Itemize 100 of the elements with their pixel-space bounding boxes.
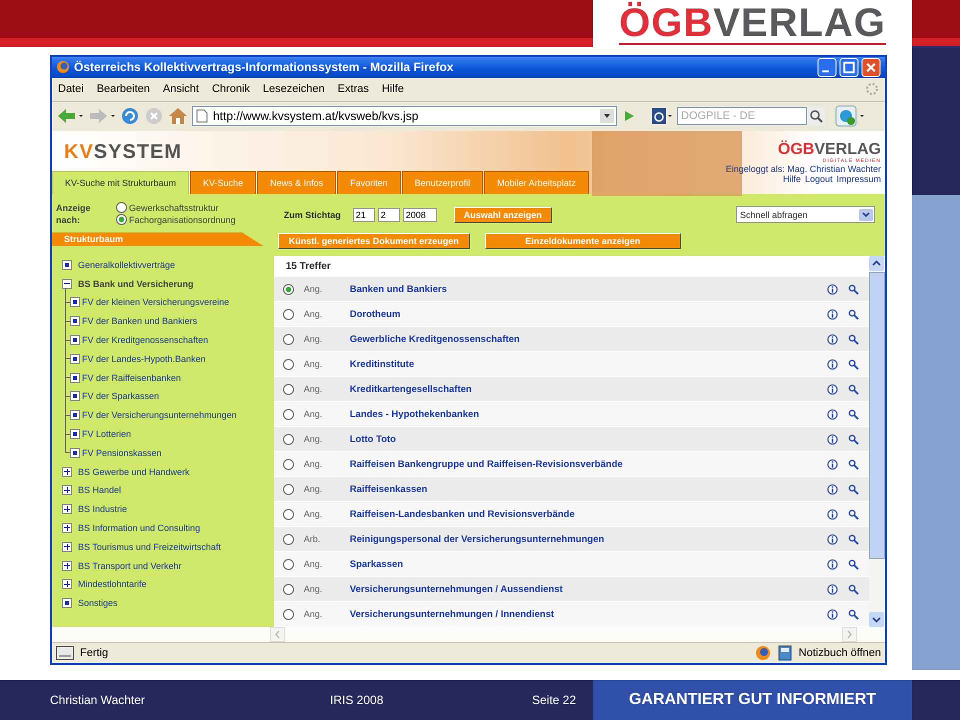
info-icon[interactable]	[827, 384, 838, 395]
menu-item[interactable]: Ansicht	[162, 83, 199, 96]
radio-button[interactable]	[282, 458, 294, 470]
nav-tab[interactable]: KV-Suche mit Strukturbaum	[52, 171, 190, 194]
dropdown-icon[interactable]	[859, 208, 873, 221]
radio-button[interactable]	[282, 508, 294, 520]
tree-item[interactable]: FV Pensionskassen	[82, 448, 162, 458]
result-link[interactable]: Sparkassen	[350, 558, 827, 570]
search-icon[interactable]	[848, 408, 859, 420]
phone-icon[interactable]	[835, 105, 865, 128]
tree-item[interactable]: FV der Versicherungsunternehmungen	[82, 410, 237, 420]
collapse-icon[interactable]	[62, 278, 72, 289]
search-icon[interactable]	[848, 284, 859, 295]
info-icon[interactable]	[827, 584, 838, 595]
tree-item[interactable]: FV der kleinen Versicherungsvereine	[82, 297, 230, 308]
radio-button[interactable]	[116, 202, 127, 214]
info-icon[interactable]	[827, 308, 838, 320]
info-icon[interactable]	[827, 408, 838, 420]
tree-item[interactable]: BS Handel	[78, 485, 122, 496]
expand-icon[interactable]	[62, 522, 72, 533]
info-icon[interactable]	[827, 434, 838, 445]
radio-button[interactable]	[282, 434, 294, 445]
result-link[interactable]: Banken und Bankiers	[350, 284, 827, 295]
radio-button[interactable]	[282, 358, 294, 370]
result-link[interactable]: Dorotheum	[350, 308, 827, 320]
radio-button[interactable]	[282, 284, 294, 295]
header-link[interactable]: Logout	[804, 174, 832, 184]
menu-item[interactable]: Lesezeichen	[262, 83, 325, 96]
tree-item[interactable]: BS Information und Consulting	[78, 522, 200, 533]
info-icon[interactable]	[827, 284, 838, 295]
header-link[interactable]: Impressum	[836, 174, 881, 184]
minimize-icon[interactable]	[817, 58, 837, 77]
year-field[interactable]: 2008	[402, 208, 437, 222]
close-icon[interactable]	[861, 58, 881, 77]
expand-icon[interactable]	[62, 542, 72, 552]
search-icon[interactable]	[848, 508, 859, 520]
tree-item[interactable]: FV Lotterien	[82, 428, 132, 439]
search-icon[interactable]	[848, 584, 859, 595]
search-field[interactable]: DOGPILE - DE	[677, 107, 807, 126]
result-link[interactable]: Kreditinstitute	[350, 358, 827, 370]
radio-button[interactable]	[282, 384, 294, 395]
tree-item[interactable]: FV der Raiffeisenbanken	[82, 372, 181, 383]
search-icon[interactable]	[848, 334, 859, 345]
result-link[interactable]: Lotto Toto	[350, 434, 827, 445]
search-icon[interactable]	[848, 484, 859, 495]
expand-icon[interactable]	[62, 504, 72, 514]
month-field[interactable]: 2	[378, 208, 400, 222]
tree-item[interactable]: BS Industrie	[78, 504, 128, 514]
quick-query-select[interactable]: Schnell abfragen	[736, 206, 875, 224]
maximize-icon[interactable]	[839, 58, 859, 77]
scroll-up-icon[interactable]	[869, 256, 884, 272]
result-link[interactable]: Kreditkartengesellschaften	[350, 384, 827, 395]
address-field[interactable]: http://www.kvsystem.at/kvsweb/kvs.jsp	[192, 106, 617, 126]
info-icon[interactable]	[827, 558, 838, 570]
reload-icon[interactable]	[120, 106, 140, 126]
search-icon[interactable]	[848, 608, 859, 620]
radio-button[interactable]	[282, 608, 294, 620]
radio-button[interactable]	[282, 584, 294, 595]
info-icon[interactable]	[827, 534, 838, 545]
tree-item[interactable]: BS Gewerbe und Handwerk	[78, 466, 190, 477]
result-link[interactable]: Raiffeisenkassen	[350, 484, 827, 495]
menu-item[interactable]: Bearbeiten	[96, 83, 150, 96]
menu-item[interactable]: Chronik	[212, 83, 250, 96]
result-link[interactable]: Reinigungspersonal der Versicherungsunternehmungen	[350, 534, 827, 545]
tree-item[interactable]: FV der Kreditgenossenschaften	[82, 334, 208, 345]
search-icon[interactable]	[848, 384, 859, 395]
home-icon[interactable]	[168, 106, 188, 126]
result-link[interactable]: Versicherungsunternehmungen / Innendienst	[350, 608, 827, 620]
search-icon[interactable]	[807, 107, 825, 126]
search-icon[interactable]	[848, 308, 859, 320]
menu-item[interactable]: Extras	[338, 83, 369, 96]
tree-item[interactable]: Mindestlohntarife	[78, 579, 147, 590]
dropdown-icon[interactable]	[600, 109, 614, 124]
result-link[interactable]: Raiffeisen-Landesbanken und Revisionsverbände	[350, 508, 827, 520]
search-icon[interactable]	[848, 534, 859, 545]
result-link[interactable]: Gewerbliche Kreditgenossenschaften	[350, 334, 827, 345]
result-link[interactable]: Landes - Hypothekenbanken	[350, 408, 827, 420]
menu-item[interactable]: Hilfe	[382, 83, 404, 96]
radio-button[interactable]	[282, 558, 294, 570]
radio-button[interactable]	[116, 214, 127, 226]
search-icon[interactable]	[848, 358, 859, 370]
tree-item[interactable]: BS Transport und Verkehr	[78, 560, 182, 571]
info-icon[interactable]	[827, 334, 838, 345]
vertical-scrollbar[interactable]	[869, 256, 885, 628]
result-link[interactable]: Raiffeisen Bankengruppe und Raiffeisen-Revisionsverbände	[350, 458, 827, 470]
search-icon[interactable]	[848, 558, 859, 570]
radio-button[interactable]	[282, 534, 294, 545]
search-engine-icon[interactable]	[651, 107, 673, 126]
expand-icon[interactable]	[62, 485, 72, 496]
tree-item[interactable]: FV der Banken und Bankiers	[82, 316, 198, 326]
radio-button[interactable]	[282, 484, 294, 495]
search-icon[interactable]	[848, 434, 859, 445]
tree-item[interactable]: BS Bank und Versicherung	[78, 278, 194, 289]
info-icon[interactable]	[827, 458, 838, 470]
tree-item[interactable]: BS Tourismus und Freizeitwirtschaft	[78, 542, 221, 552]
info-icon[interactable]	[827, 608, 838, 620]
result-link[interactable]: Versicherungsunternehmungen / Aussendienst	[350, 584, 827, 595]
info-icon[interactable]	[827, 358, 838, 370]
notebook-text[interactable]: Notizbuch öffnen	[798, 647, 881, 660]
scroll-down-icon[interactable]	[869, 612, 884, 628]
